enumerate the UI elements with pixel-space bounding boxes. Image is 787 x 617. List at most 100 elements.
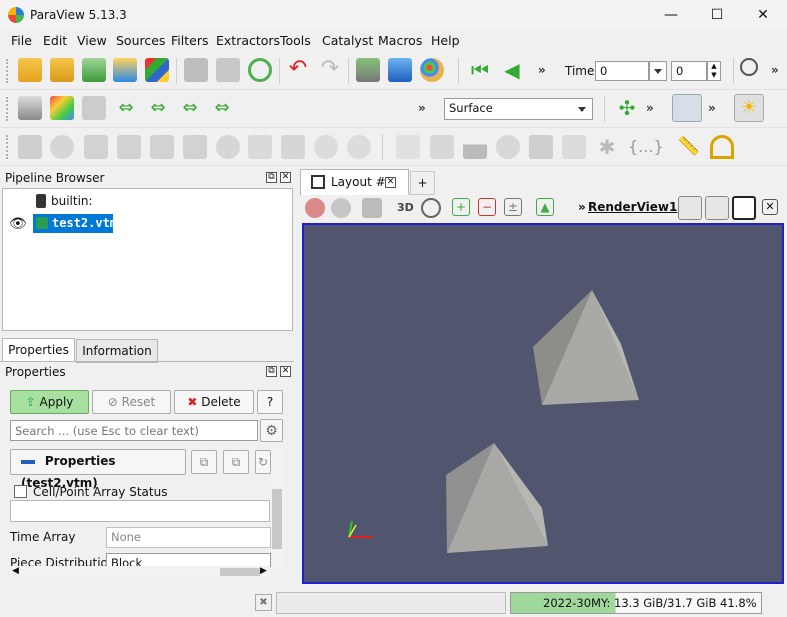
load-state-icon[interactable] xyxy=(216,58,240,82)
rescale-temporal-icon[interactable]: ⇔ xyxy=(178,96,202,120)
toolbar-grip[interactable] xyxy=(6,59,9,83)
menu-help[interactable]: Help xyxy=(431,33,460,48)
tab-information[interactable]: Information xyxy=(76,339,158,363)
first-frame-icon[interactable]: ⏮ xyxy=(468,58,492,82)
copy-properties-icon[interactable]: ⧉ xyxy=(191,450,217,474)
reset-view-arrows-icon[interactable]: ✣ xyxy=(615,96,639,120)
previous-frame-icon[interactable]: ◀ xyxy=(500,58,524,82)
view-overflow-chevron[interactable]: » xyxy=(578,200,586,214)
warp-vector-icon[interactable] xyxy=(281,135,305,159)
render-view-name[interactable]: RenderView1 xyxy=(588,200,677,214)
advanced-settings-button[interactable]: ⚙ xyxy=(260,419,283,442)
float-panel-button[interactable]: ⧉ xyxy=(266,172,277,183)
toolbar-grip[interactable] xyxy=(6,135,9,159)
split-vertical-icon[interactable] xyxy=(705,196,729,220)
rescale-visible-icon[interactable]: ⇔ xyxy=(210,96,234,120)
menu-tools[interactable]: Tools xyxy=(280,33,311,48)
reset-button[interactable]: ⊘ Reset xyxy=(92,390,171,414)
snowflake-icon[interactable]: ✱ xyxy=(595,135,619,159)
tab-layout-1[interactable]: Layout #1 ✕ xyxy=(300,169,409,195)
eye-visibility-icon[interactable]: 👁 xyxy=(9,216,27,232)
toolbar-overflow-chevron-2[interactable]: » xyxy=(771,63,779,77)
memory-usage-bar[interactable]: 2022-30MY: 13.3 GiB/31.7 GiB 41.8% xyxy=(510,592,762,614)
calculator-icon[interactable] xyxy=(18,135,42,159)
threshold-icon[interactable] xyxy=(150,135,174,159)
select-points-icon[interactable]: − xyxy=(478,198,496,216)
protractor-icon[interactable] xyxy=(710,135,734,159)
help-button[interactable]: ? xyxy=(257,390,283,414)
toolbar-grip[interactable] xyxy=(6,97,9,121)
ruler-icon[interactable]: 📏 xyxy=(677,135,701,159)
save-state-icon[interactable] xyxy=(184,58,208,82)
menu-filters[interactable]: Filters xyxy=(171,33,208,48)
menu-catalyst[interactable]: Catalyst xyxy=(322,33,373,48)
braces-icon[interactable]: {...} xyxy=(628,135,664,159)
render-canvas[interactable] xyxy=(304,225,782,582)
scrollbar-thumb[interactable] xyxy=(272,489,282,549)
zoom-to-box-icon[interactable] xyxy=(421,198,441,218)
pipeline-item-builtin[interactable]: builtin: xyxy=(51,194,93,208)
extract-level-icon[interactable] xyxy=(347,135,371,159)
maximize-button[interactable]: ☐ xyxy=(694,0,740,30)
representation-select[interactable]: Surface xyxy=(444,98,593,120)
toolbar-overflow-chevron-2[interactable]: » xyxy=(646,101,654,115)
python-calculator-icon[interactable] xyxy=(562,135,586,159)
plot-selection-icon[interactable] xyxy=(430,135,454,159)
select-block-icon[interactable]: ± xyxy=(504,198,522,216)
palette-icon[interactable] xyxy=(420,58,444,82)
contour-icon[interactable] xyxy=(50,135,74,159)
time-index-stepper[interactable]: ▲ ▼ xyxy=(707,61,721,81)
reset-camera-icon[interactable] xyxy=(356,58,380,82)
close-panel-button[interactable]: ✕ xyxy=(280,366,291,377)
toolbar-overflow-chevron[interactable]: » xyxy=(418,101,426,115)
rescale-custom-c-icon[interactable]: ⇔ xyxy=(146,96,170,120)
float-panel-button[interactable]: ⧉ xyxy=(266,366,277,377)
group-datasets-icon[interactable] xyxy=(314,135,338,159)
camera-undo-icon[interactable] xyxy=(305,198,325,218)
maximize-view-icon[interactable] xyxy=(732,196,756,220)
scroll-left-icon[interactable]: ◀ xyxy=(12,566,19,576)
tab-properties[interactable]: Properties xyxy=(2,338,75,362)
glyph-icon[interactable] xyxy=(216,135,240,159)
vertical-scrollbar[interactable] xyxy=(271,449,283,566)
rescale-range-icon[interactable] xyxy=(82,96,106,120)
menu-view[interactable]: View xyxy=(77,33,107,48)
pipeline-item-test2[interactable]: test2.vtm xyxy=(33,214,117,233)
horizontal-scrollbar[interactable]: ◀ ▶ xyxy=(10,566,270,578)
menu-edit[interactable]: Edit xyxy=(43,33,67,48)
slice-icon[interactable] xyxy=(117,135,141,159)
screenshot-icon[interactable] xyxy=(388,58,412,82)
render-view[interactable] xyxy=(302,223,784,584)
menu-sources[interactable]: Sources xyxy=(116,33,165,48)
redo-icon[interactable]: ↷ xyxy=(318,58,342,82)
toolbar-overflow-chevron-3[interactable]: » xyxy=(708,101,716,115)
piece-distribution-select[interactable]: Block xyxy=(106,553,271,567)
zoom-search-icon[interactable] xyxy=(740,58,758,76)
connect-icon[interactable] xyxy=(113,58,137,82)
properties-section-header[interactable]: Properties (test2.vtm) xyxy=(10,449,186,490)
light-kit-icon[interactable]: ☀ xyxy=(734,94,764,122)
color-map-icon[interactable] xyxy=(145,58,169,82)
time-array-select[interactable]: None xyxy=(106,527,271,548)
close-window-button[interactable]: ✕ xyxy=(740,0,786,30)
array-status-table[interactable] xyxy=(10,500,270,522)
scrollbar-thumb[interactable] xyxy=(220,568,260,576)
probe-line-icon[interactable] xyxy=(396,135,420,159)
minimize-button[interactable]: — xyxy=(648,0,694,30)
capture-screenshot-icon[interactable] xyxy=(362,198,382,218)
undo-icon[interactable]: ↶ xyxy=(286,58,310,82)
apply-button[interactable]: ⇪ Apply xyxy=(10,390,89,414)
close-view-icon[interactable]: ✕ xyxy=(762,199,778,215)
property-search-input[interactable] xyxy=(10,420,258,441)
delete-button[interactable]: ✖ Delete xyxy=(174,390,254,414)
paste-properties-icon[interactable]: ⧉ xyxy=(223,450,249,474)
camera-redo-icon[interactable] xyxy=(331,198,351,218)
open-folder-icon[interactable] xyxy=(50,58,74,82)
rescale-custom-icon[interactable]: ⇔ xyxy=(114,96,138,120)
clip-icon[interactable] xyxy=(84,135,108,159)
toolbar-overflow-chevron[interactable]: » xyxy=(538,63,546,77)
plot-over-time-icon[interactable] xyxy=(496,135,520,159)
toggle-3d-button[interactable]: 3D xyxy=(397,201,414,214)
clear-progress-icon[interactable]: ✖ xyxy=(255,594,272,611)
time-value-dropdown[interactable] xyxy=(649,61,667,81)
